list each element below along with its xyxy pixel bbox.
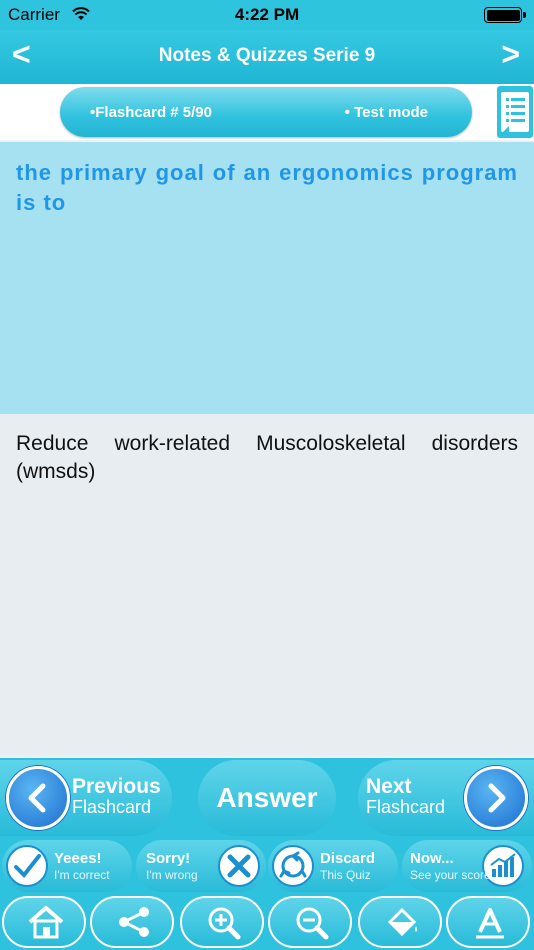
question-panel: the primary goal of an ergonomics progra…	[0, 142, 534, 414]
battery-icon	[484, 7, 526, 23]
score-sublabel: See your score	[410, 868, 491, 882]
previous-label: Previous	[72, 775, 161, 798]
notes-button[interactable]	[497, 86, 533, 138]
test-mode-label: • Test mode	[344, 104, 428, 121]
forward-button[interactable]: >	[501, 38, 520, 70]
question-text: the primary goal of an ergonomics progra…	[16, 160, 518, 215]
clock: 4:22 PM	[234, 5, 300, 24]
fill-color-icon	[387, 907, 417, 937]
wrong-button[interactable]: Sorry! I'm wrong	[136, 840, 266, 892]
checkmark-icon	[6, 845, 48, 887]
arrow-left-icon	[6, 766, 70, 830]
next-sublabel: Flashcard	[366, 797, 446, 817]
arrow-right-icon	[464, 766, 528, 830]
flashcard-info-pill: •Flashcard # 5/90 • Test mode	[60, 87, 472, 137]
toolbar	[0, 894, 534, 950]
correct-sublabel: I'm correct	[54, 868, 110, 882]
answer-panel: Reduce work-related Muscoloskeletal diso…	[0, 414, 534, 756]
color-button[interactable]	[358, 896, 442, 948]
correct-button[interactable]: Yeees! I'm correct	[2, 840, 132, 892]
page-title: Notes & Quizzes Serie 9	[158, 45, 376, 66]
navigation-controls: Previous Flashcard Answer Next Flashcard	[0, 758, 534, 838]
wrong-sublabel: I'm wrong	[146, 868, 198, 882]
flashcard-counter: •Flashcard # 5/90	[90, 104, 212, 121]
see-score-button[interactable]: Now... See your score	[402, 840, 532, 892]
discard-label: Discard	[320, 850, 376, 867]
zoom-out-button[interactable]	[268, 896, 352, 948]
answer-button[interactable]: Answer	[198, 760, 336, 836]
correct-label: Yeees!	[54, 850, 102, 867]
share-icon	[119, 907, 149, 937]
home-button[interactable]	[2, 896, 86, 948]
zoom-in-icon	[208, 907, 241, 940]
zoom-out-icon	[296, 907, 329, 940]
next-label: Next	[366, 775, 412, 798]
home-icon	[28, 906, 64, 939]
status-bar: Carrier 4:22 PM	[0, 0, 534, 30]
next-flashcard-button[interactable]: Next Flashcard	[358, 760, 534, 836]
zoom-in-button[interactable]	[180, 896, 264, 948]
answer-text: Reduce work-related Muscoloskeletal diso…	[16, 432, 518, 483]
previous-flashcard-button[interactable]: Previous Flashcard	[0, 760, 172, 836]
font-icon	[476, 908, 504, 939]
score-label: Now...	[410, 850, 454, 867]
nav-bar: < Notes & Quizzes Serie 9 >	[0, 30, 534, 84]
font-button[interactable]	[446, 896, 530, 948]
discard-quiz-button[interactable]: Discard This Quiz	[268, 840, 398, 892]
notes-icon	[501, 92, 529, 132]
info-bar: •Flashcard # 5/90 • Test mode	[0, 84, 534, 140]
recycle-icon	[272, 845, 314, 887]
discard-sublabel: This Quiz	[320, 868, 371, 882]
score-controls: Yeees! I'm correct Sorry! I'm wrong Disc…	[0, 838, 534, 894]
wrong-label: Sorry!	[146, 850, 191, 867]
previous-sublabel: Flashcard	[72, 797, 152, 817]
share-button[interactable]	[90, 896, 174, 948]
cross-icon	[218, 845, 260, 887]
